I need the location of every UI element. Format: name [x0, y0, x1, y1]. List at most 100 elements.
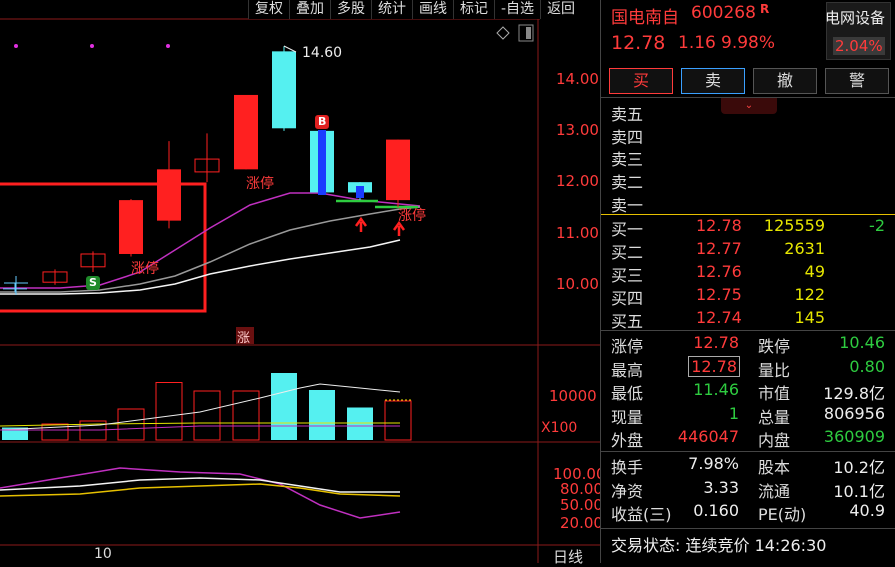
bid-price: 12.77 [696, 239, 742, 258]
up-arrow-icon [354, 216, 368, 232]
ask-level-label: 卖三 [611, 150, 644, 169]
toolbar-multi-stock[interactable]: 多股 [330, 0, 371, 19]
high-pointer-icon [283, 45, 297, 53]
stat-key: 最高 [611, 360, 644, 380]
sell-marker-label: S [89, 276, 97, 289]
stat-value: 12.78 [688, 355, 740, 377]
stat-row: 外盘 446047 内盘 360909 [611, 427, 891, 450]
stat-value: 0.80 [849, 356, 885, 376]
bid-volume: 122 [794, 285, 825, 304]
bid-row[interactable]: 买一 12.78 125559 -2 [611, 216, 891, 239]
stat-key: 股本 [758, 458, 791, 477]
stat-value: 446047 [677, 427, 739, 446]
bid-row[interactable]: 买四 12.75 122 [611, 285, 891, 308]
stat-row: 收益(三) 0.160 PE(动) 40.9 [611, 501, 891, 524]
stat-key: 换手 [611, 458, 644, 477]
kdj-yellow [0, 483, 401, 497]
volume-bar [232, 390, 260, 441]
volume-tick: 10000 [549, 387, 597, 405]
volume-bar [155, 382, 183, 441]
stock-flag: R [760, 2, 770, 16]
limit-up-label: 涨停 [131, 261, 159, 277]
stat-row: 换手 7.98% 股本 10.2亿 [611, 454, 891, 477]
signal-dot [14, 44, 18, 48]
bid-price: 12.74 [696, 308, 742, 327]
high-label: 14.60 [302, 45, 343, 61]
kdj-white [0, 477, 400, 493]
stat-key: PE(动) [758, 505, 807, 524]
volume-bar [193, 390, 221, 441]
kdj-tick: 20.00 [560, 514, 603, 532]
buy-marker-label: B [318, 115, 327, 128]
ma-line-white [0, 239, 401, 295]
stat-value: 3.33 [703, 477, 739, 497]
bid-change: -2 [869, 216, 885, 235]
stat-row: 最高 12.78 量比 0.80 [611, 355, 891, 380]
candle-body [157, 169, 181, 221]
bid-row[interactable]: 买五 12.74 145 [611, 308, 891, 331]
price-tick: 12.00 [556, 172, 599, 190]
stat-value: 12.78 [693, 333, 739, 352]
stock-price: 12.78 [611, 32, 666, 54]
stock-change-pct: 9.98% [721, 33, 776, 53]
stat-key: 量比 [758, 360, 791, 380]
period-label[interactable]: 日线 [553, 546, 583, 567]
zhang-badge-label: 涨 [237, 331, 251, 346]
bid-volume: 145 [794, 308, 825, 327]
bid-label: 买三 [611, 266, 644, 285]
volume-bar [309, 390, 335, 440]
date-label: 10 [94, 546, 112, 562]
bid-label: 买二 [611, 243, 644, 262]
alert-button[interactable]: 警 [825, 68, 889, 94]
quote-panel: 国电南自 600268 R 12.78 1.16 9.98% 电网设备 2.04… [600, 0, 895, 563]
volume-bar [384, 400, 412, 441]
toolbar-overlay[interactable]: 叠加 [289, 0, 330, 19]
price-tick: 10.00 [556, 275, 599, 293]
stat-key: 总量 [758, 407, 791, 427]
ask-level-label: 卖二 [611, 173, 644, 192]
sell-button[interactable]: 卖 [681, 68, 745, 94]
volume-bar [347, 407, 373, 440]
bid-row[interactable]: 买二 12.77 2631 [611, 239, 891, 262]
volume-bar [271, 373, 297, 440]
ask-level-label: 卖一 [611, 196, 644, 215]
bid-price: 12.76 [696, 262, 742, 281]
stat-key: 现量 [611, 407, 644, 427]
candle-body [234, 94, 258, 170]
toolbar-statistics[interactable]: 统计 [371, 0, 412, 19]
bid-label: 买四 [611, 289, 644, 308]
stat-key: 流通 [758, 481, 791, 501]
candle-body [386, 139, 410, 201]
stat-value: 11.46 [693, 380, 739, 399]
toolbar-back[interactable]: 返回 [540, 0, 581, 19]
buy-button[interactable]: 买 [609, 68, 673, 94]
toolbar-mark[interactable]: 标记 [453, 0, 494, 19]
bid-volume: 125559 [763, 216, 825, 235]
signal-dot [90, 44, 94, 48]
toolbar-remove-watchlist[interactable]: -自选 [494, 0, 540, 19]
bid-label: 买五 [611, 312, 644, 331]
bid-row[interactable]: 买三 12.76 49 [611, 262, 891, 285]
stat-value: 129.8亿 [823, 384, 885, 403]
toolbar-draw-line[interactable]: 画线 [412, 0, 453, 19]
cancel-button[interactable]: 撤 [753, 68, 817, 94]
stat-key: 内盘 [758, 431, 791, 450]
stat-value: 10.1亿 [833, 481, 885, 501]
bid-price: 12.75 [696, 285, 742, 304]
stat-row: 净资 3.33 流通 10.1亿 [611, 478, 891, 501]
candle-highlight [318, 130, 326, 195]
stat-value: 806956 [823, 403, 885, 423]
kline-chart-area[interactable]: 14.60 B S 涨停 涨停 涨停 涨 14.00 13.00 12.00 1… [0, 0, 606, 566]
stat-value: 10.2亿 [833, 458, 885, 477]
chart-toolbar: 复权 叠加 多股 统计 画线 标记 -自选 返回 [248, 0, 582, 19]
price-tick: 13.00 [556, 121, 599, 139]
stat-row: 涨停 12.78 跌停 10.46 [611, 333, 891, 356]
kdj-tick: 50.00 [560, 496, 603, 514]
stat-row: 最低 11.46 市值 129.8亿 [611, 380, 891, 403]
stat-key: 净资 [611, 481, 644, 501]
stat-value: 40.9 [849, 501, 885, 520]
ask-level-label: 卖五 [611, 105, 644, 124]
toolbar-restore-rights[interactable]: 复权 [248, 0, 289, 19]
volume-unit: X100 [541, 420, 578, 436]
bid-label: 买一 [611, 220, 644, 239]
